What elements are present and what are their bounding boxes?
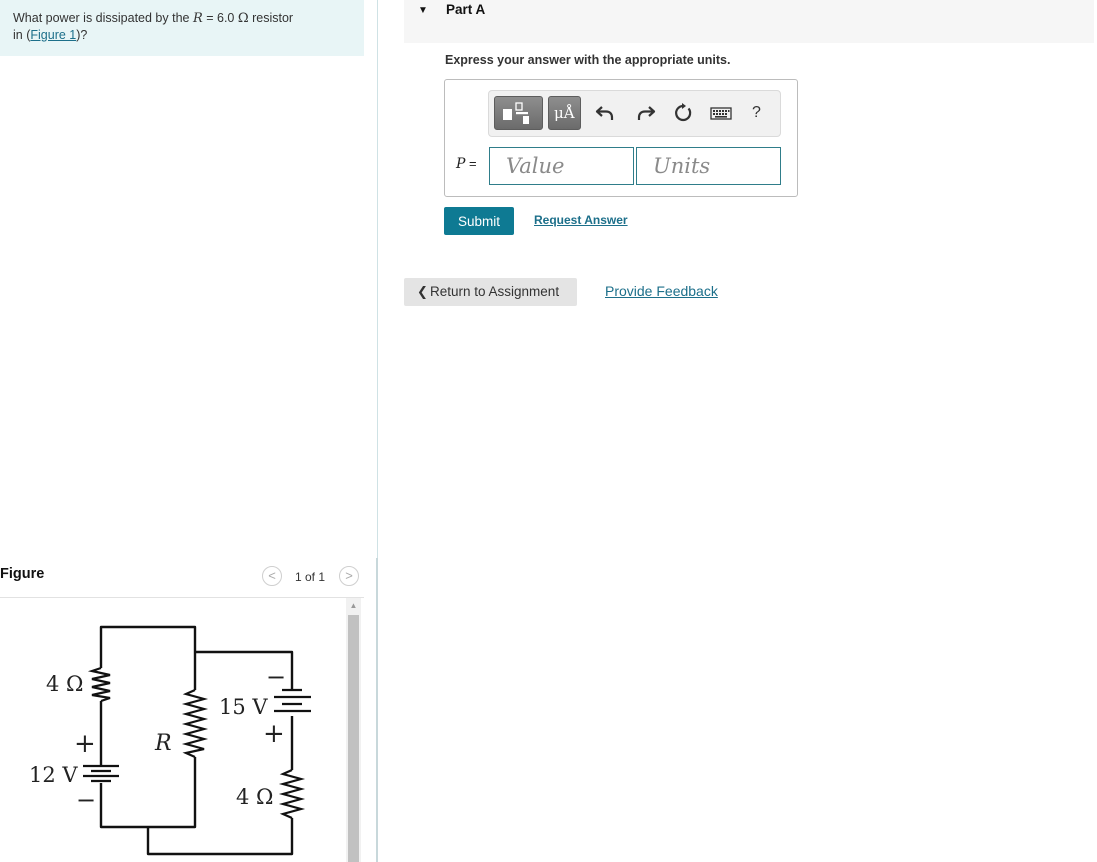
label-minus-right: − bbox=[266, 663, 286, 691]
figure-title: Figure bbox=[0, 566, 45, 582]
resistor-top-left-symbol bbox=[87, 666, 111, 703]
battery-15v-symbol bbox=[274, 688, 311, 713]
request-answer-link[interactable]: Request Answer bbox=[534, 213, 628, 227]
question-text: What power is dissipated by the R = 6.0 … bbox=[13, 10, 353, 43]
answer-variable: P bbox=[456, 156, 466, 172]
provide-feedback-link[interactable]: Provide Feedback bbox=[605, 283, 718, 299]
units-input[interactable] bbox=[636, 147, 781, 185]
keyboard-icon[interactable] bbox=[709, 101, 733, 125]
question-panel: What power is dissipated by the R = 6.0 … bbox=[0, 0, 364, 56]
figure-link[interactable]: Figure 1 bbox=[30, 28, 76, 42]
collapse-caret-icon[interactable]: ▼ bbox=[418, 5, 428, 16]
figure-next-button[interactable]: > bbox=[339, 566, 359, 586]
submit-button[interactable]: Submit bbox=[444, 207, 514, 235]
figure-scrollbar-thumb[interactable] bbox=[348, 615, 359, 862]
question-text-start: What power is dissipated by the bbox=[13, 11, 193, 25]
help-button[interactable]: ? bbox=[752, 104, 761, 122]
question-line2-prefix: in ( bbox=[13, 28, 31, 42]
label-r: R bbox=[154, 731, 172, 756]
question-unit: Ω bbox=[237, 11, 249, 26]
templates-icon bbox=[503, 102, 529, 124]
question-line2-suffix: )? bbox=[76, 28, 88, 42]
redo-icon[interactable] bbox=[633, 101, 657, 125]
battery-12v-symbol bbox=[83, 764, 119, 783]
question-text-end: resistor bbox=[248, 11, 294, 25]
part-a-header[interactable] bbox=[404, 0, 1094, 43]
circuit-diagram: 4 Ω + 12 V − R 15 V − + 4 Ω bbox=[29, 625, 311, 856]
label-12v: 12 V bbox=[29, 763, 78, 787]
question-value: = 6.0 bbox=[202, 11, 238, 25]
answer-equals: = bbox=[465, 156, 477, 171]
part-title[interactable]: Part A bbox=[446, 2, 485, 17]
reset-icon[interactable] bbox=[671, 101, 695, 125]
question-variable: R bbox=[192, 11, 203, 26]
label-4-ohm-top: 4 Ω bbox=[46, 672, 83, 696]
answer-variable-label: P = bbox=[456, 156, 477, 172]
return-to-assignment-button[interactable]: ❮ Return to Assignment bbox=[404, 278, 577, 306]
chevron-left-icon: ❮ bbox=[417, 284, 428, 299]
label-plus-right: + bbox=[263, 719, 285, 749]
label-plus-left: + bbox=[74, 729, 96, 759]
value-input[interactable] bbox=[489, 147, 634, 185]
units-button[interactable]: μÅ bbox=[548, 96, 581, 130]
templates-button[interactable] bbox=[494, 96, 543, 130]
figure-counter: 1 of 1 bbox=[295, 570, 326, 584]
column-divider-resize[interactable] bbox=[376, 558, 378, 862]
resistor-bottom-right-symbol bbox=[278, 768, 306, 820]
label-minus-left: − bbox=[76, 786, 96, 814]
label-15v: 15 V bbox=[219, 695, 268, 719]
answer-instruction: Express your answer with the appropriate… bbox=[445, 53, 731, 67]
undo-icon[interactable] bbox=[594, 101, 618, 125]
return-label: Return to Assignment bbox=[430, 284, 560, 299]
label-4-ohm-bottom: 4 Ω bbox=[236, 785, 273, 809]
units-button-label: μÅ bbox=[554, 104, 575, 122]
figure-prev-button[interactable]: < bbox=[262, 566, 282, 586]
scroll-up-arrow-icon[interactable]: ▲ bbox=[346, 599, 361, 613]
resistor-r-symbol bbox=[181, 688, 209, 759]
